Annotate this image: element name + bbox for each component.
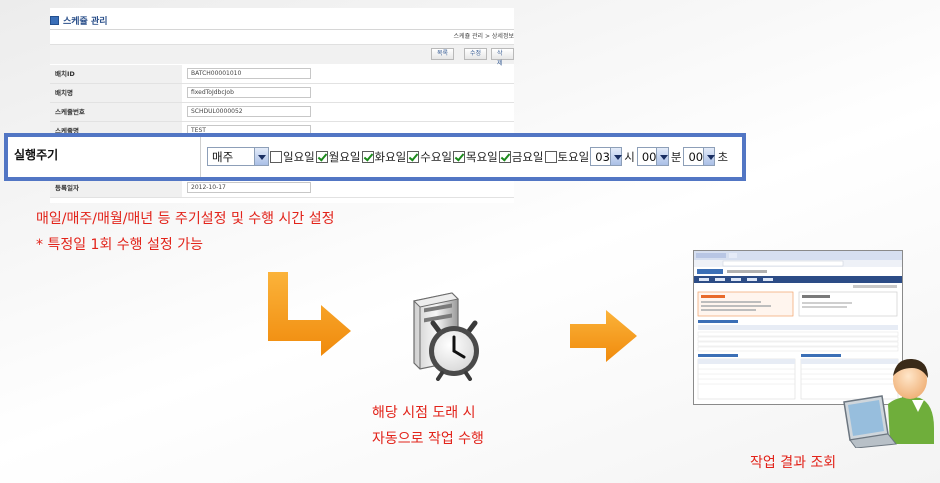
friday-checkbox[interactable] (498, 150, 511, 163)
minute-select[interactable]: 00 (636, 147, 669, 166)
execution-cycle-label: 실행주기 (14, 148, 59, 162)
field-label: 등록일자 (50, 179, 182, 197)
edit-button[interactable]: 수정 (464, 48, 488, 60)
second-unit: 초 (717, 149, 729, 164)
schedule-no-field[interactable]: SCHDUL0000052 (187, 106, 311, 117)
wednesday-checkbox[interactable] (407, 150, 420, 163)
batch-name-field[interactable]: fixedToJdbcJob (187, 87, 311, 98)
day-friday[interactable]: 금요일 (498, 149, 544, 165)
panel-title-text: 스케쥴 관리 (63, 16, 108, 27)
cycle-fields: 매주 일요일 월요일 화요일 수요일 목요일 금요일 토요일 03 시 00 분… (207, 147, 730, 166)
day-label: 일요일 (283, 149, 315, 164)
title-bullet-icon (50, 15, 59, 25)
auto-run-caption-line-1: 해당 시점 도래 시 (372, 405, 476, 421)
day-label: 토요일 (557, 149, 590, 164)
auto-run-caption-line-2: 자동으로 작업 수행 (372, 431, 484, 447)
hour-unit: 시 (624, 149, 635, 164)
right-arrow-icon (570, 310, 637, 362)
tuesday-checkbox[interactable] (361, 150, 374, 163)
form-row-batch-name: 배치명 fixedToJdbcJob (50, 84, 514, 103)
monday-checkbox[interactable] (315, 150, 328, 163)
result-view-caption: 작업 결과 조회 (750, 455, 837, 471)
sunday-checkbox[interactable] (270, 150, 282, 163)
day-saturday[interactable]: 토요일 (544, 149, 590, 165)
execution-cycle-highlight: 실행주기 매주 일요일 월요일 화요일 수요일 목요일 금요일 토요일 03 시… (4, 133, 746, 181)
day-label: 수요일 (420, 149, 452, 164)
hour-value: 03 (595, 149, 610, 164)
minute-value: 00 (641, 149, 657, 164)
breadcrumb-current: 상세정보 (491, 33, 514, 40)
cycle-type-select[interactable]: 매주 (207, 147, 269, 166)
chevron-down-icon[interactable] (703, 148, 716, 165)
breadcrumb: 스케쥴 관리 > 상세정보 (454, 31, 514, 40)
field-label: 스케쥴번호 (50, 103, 182, 121)
day-label: 화요일 (374, 149, 407, 164)
day-wednesday[interactable]: 수요일 (407, 149, 452, 165)
thursday-checkbox[interactable] (453, 150, 465, 163)
day-label: 월요일 (328, 149, 361, 164)
chevron-down-icon[interactable] (656, 148, 669, 165)
batch-id-field[interactable]: BATCH00001010 (187, 68, 311, 79)
day-label: 금요일 (511, 149, 544, 164)
chevron-down-icon[interactable] (609, 148, 623, 165)
title-divider (50, 29, 514, 30)
day-tuesday[interactable]: 화요일 (361, 149, 407, 165)
form-row-registered-date: 등록일자 2012-10-17 (50, 179, 514, 198)
day-thursday[interactable]: 목요일 (453, 149, 498, 165)
minute-unit: 분 (670, 149, 682, 164)
panel-title: 스케쥴 관리 (50, 12, 108, 28)
cycle-type-value: 매주 (212, 149, 234, 164)
bent-arrow-icon (268, 272, 351, 356)
day-sunday[interactable]: 일요일 (270, 149, 315, 165)
day-monday[interactable]: 월요일 (315, 149, 361, 165)
field-label: 배치명 (50, 84, 182, 102)
chevron-down-icon[interactable] (254, 148, 268, 165)
field-label: 배치ID (50, 65, 182, 83)
breadcrumb-parent[interactable]: 스케쥴 관리 > (454, 33, 490, 40)
user-at-computer-icon (843, 358, 934, 448)
delete-button[interactable]: 삭제 (491, 48, 514, 67)
second-value: 00 (688, 149, 704, 164)
list-button[interactable]: 목록 (431, 48, 455, 60)
second-select[interactable]: 00 (683, 147, 716, 166)
scheduler-server-clock-icon (412, 292, 479, 381)
form-row-schedule-no: 스케쥴번호 SCHDUL0000052 (50, 103, 514, 122)
description-line-1: 매일/매주/매월/매년 등 주기설정 및 수행 시간 설정 (36, 211, 335, 227)
registered-date-field[interactable]: 2012-10-17 (187, 182, 311, 193)
form-row-batch-id: 배치ID BATCH00001010 (50, 65, 514, 84)
day-label: 목요일 (466, 149, 498, 164)
description-line-2: * 특정일 1회 수행 설정 가능 (36, 237, 203, 253)
cycle-divider (200, 137, 201, 177)
saturday-checkbox[interactable] (544, 150, 557, 163)
hour-select[interactable]: 03 (590, 147, 623, 166)
